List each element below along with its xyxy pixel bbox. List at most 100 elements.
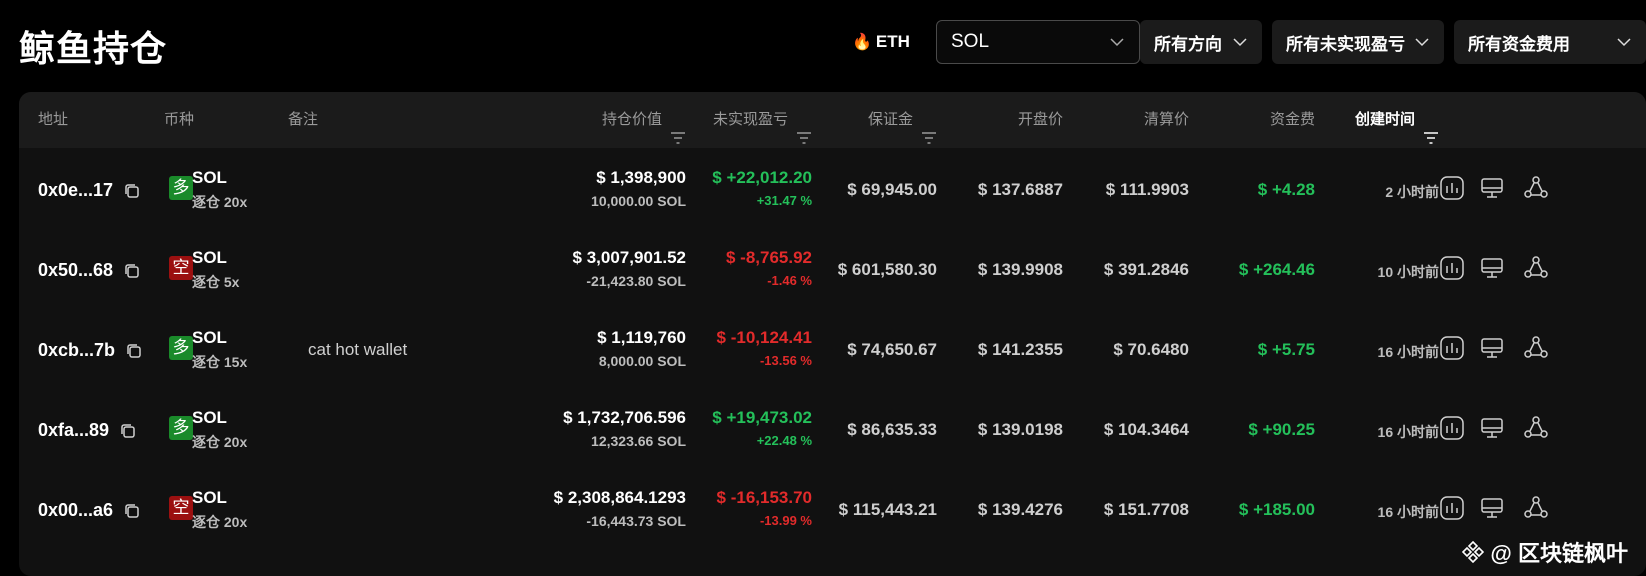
leverage: 逐仓 20x: [192, 514, 248, 530]
position-size: 8,000.00 SOL: [598, 353, 686, 369]
margin: $ 86,635.33: [847, 420, 937, 439]
address-link[interactable]: 0x50...68: [38, 260, 141, 281]
unrealized-pnl-pct: -13.56 %: [759, 353, 812, 368]
coin-name: SOL: [192, 488, 227, 507]
eth-chip[interactable]: 🔥 ETH: [852, 32, 910, 52]
position-size: 10,000.00 SOL: [591, 193, 686, 209]
unrealized-pnl: $ +19,473.02: [712, 408, 812, 427]
address-text[interactable]: 0x50...68: [38, 260, 113, 281]
coin-name: SOL: [192, 248, 227, 267]
side-badge: 多: [169, 176, 193, 200]
open-price: $ 141.2355: [977, 340, 1063, 359]
address-text[interactable]: 0x00...a6: [38, 500, 113, 521]
address-link[interactable]: 0xcb...7b: [38, 340, 143, 361]
table-row: 0x0e...17 多 SOL 逐仓 20x $ 1,398,900 10,000.00 …: [19, 148, 1646, 231]
copy-icon[interactable]: [119, 422, 137, 440]
monitor-icon[interactable]: [1479, 175, 1505, 201]
chart-icon[interactable]: [1439, 415, 1465, 441]
unrealized-pnl: $ -8,765.92: [725, 248, 812, 267]
col-value[interactable]: 持仓价值: [602, 92, 686, 148]
col-pnl[interactable]: 未实现盈亏: [713, 92, 812, 148]
note: cat hot wallet: [308, 340, 408, 359]
watermark: @ 区块链枫叶: [1462, 536, 1628, 568]
monitor-icon[interactable]: [1479, 335, 1505, 361]
funding-fee: $ +4.28: [1257, 180, 1315, 199]
address-link[interactable]: 0x0e...17: [38, 180, 141, 201]
copy-icon[interactable]: [123, 262, 141, 280]
share-icon[interactable]: [1523, 255, 1549, 281]
created-time: 16 小时前: [1377, 424, 1439, 440]
unrealized-pnl: $ +22,012.20: [712, 168, 812, 187]
position-value: $ 2,308,864.1293: [553, 488, 686, 507]
col-address: 地址: [38, 111, 69, 128]
position-size: -16,443.73 SOL: [586, 513, 686, 529]
copy-icon[interactable]: [123, 502, 141, 520]
funding-filter-label: 所有资金费用: [1468, 34, 1570, 54]
unrealized-pnl-pct: -13.99 %: [759, 513, 812, 528]
monitor-icon[interactable]: [1479, 255, 1505, 281]
created-time: 2 小时前: [1385, 184, 1439, 200]
diamond-logo-icon: [1462, 540, 1485, 564]
coin-select[interactable]: SOL: [936, 20, 1140, 64]
chart-icon[interactable]: [1439, 335, 1465, 361]
unrealized-pnl: $ -10,124.41: [716, 328, 812, 347]
unrealized-pnl-pct: +31.47 %: [756, 193, 812, 208]
address-link[interactable]: 0x00...a6: [38, 500, 141, 521]
position-value: $ 1,119,760: [597, 328, 686, 347]
chart-icon[interactable]: [1439, 255, 1465, 281]
margin: $ 601,580.30: [837, 260, 937, 279]
address-text[interactable]: 0xfa...89: [38, 420, 109, 441]
unrealized-pnl-pct: -1.46 %: [767, 273, 812, 288]
leverage: 逐仓 20x: [192, 434, 248, 450]
position-value: $ 1,732,706.596: [563, 408, 686, 427]
leverage: 逐仓 15x: [192, 354, 248, 370]
chevron-down-icon: [1616, 34, 1632, 50]
share-icon[interactable]: [1523, 175, 1549, 201]
table-row: 0x50...68 空 SOL 逐仓 5x $ 3,007,901.52 -21,423.…: [19, 228, 1646, 311]
chart-icon[interactable]: [1439, 495, 1465, 521]
side-badge: 空: [169, 496, 193, 520]
open-price: $ 139.0198: [977, 420, 1063, 439]
liquidation-price: $ 391.2846: [1103, 260, 1189, 279]
unrealized-pnl-pct: +22.48 %: [756, 433, 812, 448]
page-title: 鲸鱼持仓: [19, 29, 168, 70]
copy-icon[interactable]: [125, 342, 143, 360]
funding-filter[interactable]: 所有资金费用: [1454, 20, 1646, 64]
chevron-down-icon: [1232, 34, 1248, 50]
coin-name: SOL: [192, 328, 227, 347]
liquidation-price: $ 111.9903: [1105, 180, 1189, 199]
col-margin[interactable]: 保证金: [868, 92, 937, 148]
unrealized-pnl: $ -16,153.70: [716, 488, 812, 507]
filter-icon[interactable]: [921, 113, 937, 144]
chart-icon[interactable]: [1439, 175, 1465, 201]
filter-icon[interactable]: [1423, 113, 1439, 144]
coin-name: SOL: [192, 168, 227, 187]
share-icon[interactable]: [1523, 335, 1549, 361]
share-icon[interactable]: [1523, 415, 1549, 441]
col-created[interactable]: 创建时间: [1355, 92, 1439, 148]
chevron-down-icon: [1109, 34, 1125, 50]
share-icon[interactable]: [1523, 495, 1549, 521]
col-open: 开盘价: [1017, 111, 1063, 128]
position-size: 12,323.66 SOL: [591, 433, 686, 449]
table-row: 0xcb...7b 多 SOL 逐仓 15x cat hot wallet $ 1,119…: [19, 308, 1646, 391]
chevron-down-icon: [1414, 34, 1430, 50]
direction-filter-label: 所有方向: [1154, 34, 1222, 54]
filter-icon[interactable]: [670, 113, 686, 144]
pnl-filter[interactable]: 所有未实现盈亏: [1272, 20, 1444, 64]
leverage: 逐仓 20x: [192, 194, 248, 210]
eth-label: ETH: [875, 32, 910, 51]
monitor-icon[interactable]: [1479, 415, 1505, 441]
copy-icon[interactable]: [123, 182, 141, 200]
direction-filter[interactable]: 所有方向: [1140, 20, 1262, 64]
table-row: 0x00...a6 空 SOL 逐仓 20x $ 2,308,864.1293 -16,4…: [19, 468, 1646, 551]
address-text[interactable]: 0x0e...17: [38, 180, 113, 201]
liquidation-price: $ 104.3464: [1103, 420, 1189, 439]
address-text[interactable]: 0xcb...7b: [38, 340, 115, 361]
position-value: $ 1,398,900: [596, 168, 686, 187]
address-link[interactable]: 0xfa...89: [38, 420, 137, 441]
liquidation-price: $ 151.7708: [1103, 500, 1189, 519]
monitor-icon[interactable]: [1479, 495, 1505, 521]
filter-icon[interactable]: [796, 113, 812, 144]
funding-fee: $ +90.25: [1248, 420, 1315, 439]
